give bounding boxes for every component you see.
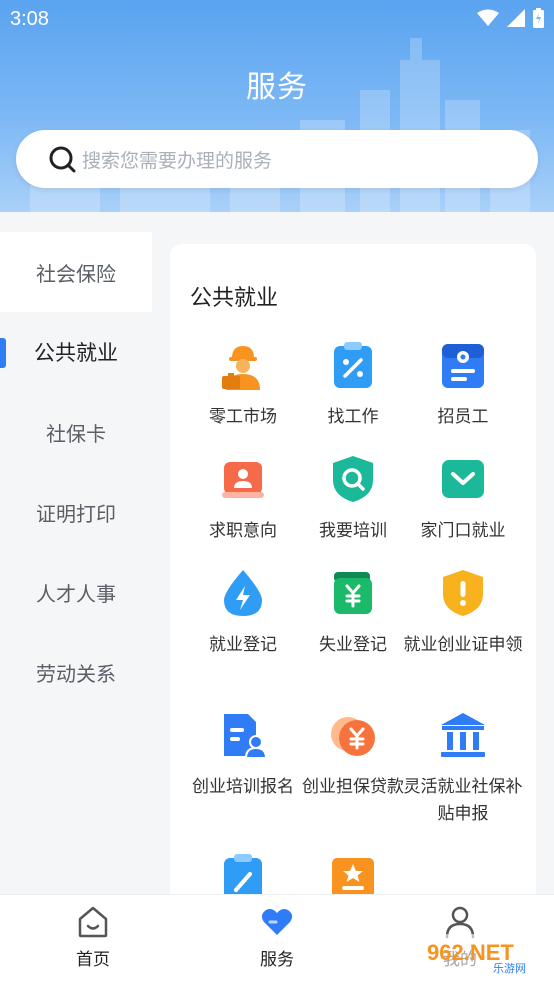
heart-service-icon: [261, 909, 293, 935]
clipboard-percent-icon: [334, 342, 372, 388]
sidebar-item-certificate-print[interactable]: 证明打印: [0, 472, 152, 552]
service-label: 创业担保贷款: [302, 777, 404, 796]
tab-label: 服务: [260, 950, 294, 969]
service-label: 灵活就业社保补贴申报: [403, 777, 523, 823]
doc-person-icon: [224, 714, 268, 759]
service-label: 就业登记: [209, 635, 277, 654]
service-label: 求职意向: [209, 521, 277, 540]
status-icons: [477, 8, 544, 28]
sidebar-item-labor-relations[interactable]: 劳动关系: [0, 632, 152, 712]
service-guaranteed-loan[interactable]: 创业担保贷款: [293, 710, 413, 800]
service-employment-registration[interactable]: 就业登记: [183, 568, 303, 658]
service-label: 失业登记: [319, 635, 387, 654]
page-title: 服务: [246, 71, 308, 104]
service-entrepreneurship-training-signup[interactable]: 创业培训报名: [183, 710, 303, 800]
search-placeholder: 搜索您需要办理的服务: [82, 150, 273, 172]
category-sidebar: 社会保险 公共就业 社保卡 证明打印 人才人事 劳动关系: [0, 232, 152, 892]
watermark-sub: 乐游网: [493, 962, 526, 975]
bank-icon: [441, 713, 485, 757]
service-doorstep-employment[interactable]: 家门口就业: [403, 454, 523, 544]
service-flexible-employment-subsidy[interactable]: 灵活就业社保补贴申报: [403, 710, 523, 827]
resume-card-icon: [222, 462, 264, 498]
search-input[interactable]: 搜索您需要办理的服务: [16, 130, 538, 188]
sidebar-item-social-insurance[interactable]: 社会保险: [0, 232, 152, 312]
droplet-bolt-icon: [224, 570, 262, 616]
battery-icon: [533, 8, 544, 28]
service-label: 招员工: [437, 407, 489, 426]
sidebar-item-label: 公共就业: [34, 342, 118, 365]
panel-title: 公共就业: [190, 285, 279, 310]
service-label: 零工市场: [209, 407, 277, 426]
service-job-intention[interactable]: 求职意向: [183, 454, 303, 544]
shield-search-icon: [333, 456, 373, 502]
wallet-yuan-icon: [334, 572, 372, 614]
service-label: 创业培训报名: [192, 777, 294, 796]
sidebar-item-label: 证明打印: [36, 503, 116, 526]
service-training[interactable]: 我要培训: [293, 454, 413, 544]
shield-alert-icon: [443, 570, 483, 616]
service-odd-jobs-market[interactable]: 零工市场: [183, 340, 303, 430]
service-label: 就业创业证申领: [403, 635, 523, 654]
sidebar-item-label: 人才人事: [36, 583, 116, 606]
service-panel: 公共就业 零工市场 找工作 招员工 求职意向 我要培训 家门口就业 就业登记 失…: [170, 244, 536, 904]
tab-label: 首页: [76, 950, 110, 969]
sidebar-item-label: 劳动关系: [36, 663, 116, 686]
sidebar-item-label: 社保卡: [46, 423, 106, 446]
signal-icon: [507, 9, 525, 27]
wifi-icon: [477, 9, 499, 26]
sidebar-item-talent-personnel[interactable]: 人才人事: [0, 552, 152, 632]
service-label: 找工作: [327, 407, 379, 426]
home-mail-icon: [442, 460, 484, 498]
service-label: 我要培训: [319, 521, 387, 540]
sidebar-item-label: 社会保险: [36, 263, 116, 286]
service-entrepreneurship-certificate[interactable]: 就业创业证申领: [403, 568, 523, 658]
tab-service[interactable]: 服务: [217, 905, 337, 970]
bottom-tab-bar: 首页 服务 我的 962.NET 乐游网: [0, 894, 554, 984]
tab-home[interactable]: 首页: [33, 905, 153, 970]
site-watermark-logo: 962.NET 乐游网: [413, 934, 548, 975]
search-icon: [49, 146, 76, 173]
header-banner: 3:08 服务 搜索您需要办理的服务: [0, 0, 554, 212]
service-find-job[interactable]: 找工作: [293, 340, 413, 430]
content-background: [0, 212, 554, 232]
coins-yuan-icon: [331, 717, 375, 756]
status-bar: 3:08: [0, 0, 554, 38]
badge-icon: [442, 344, 484, 388]
status-time: 3:08: [10, 8, 49, 30]
sidebar-item-social-card[interactable]: 社保卡: [0, 392, 152, 472]
service-label: 家门口就业: [420, 521, 506, 540]
worker-icon: [222, 346, 260, 390]
sidebar-item-public-employment[interactable]: 公共就业: [0, 312, 152, 392]
service-unemployment-registration[interactable]: 失业登记: [293, 568, 413, 658]
home-icon: [78, 906, 108, 938]
service-recruit[interactable]: 招员工: [403, 340, 523, 430]
